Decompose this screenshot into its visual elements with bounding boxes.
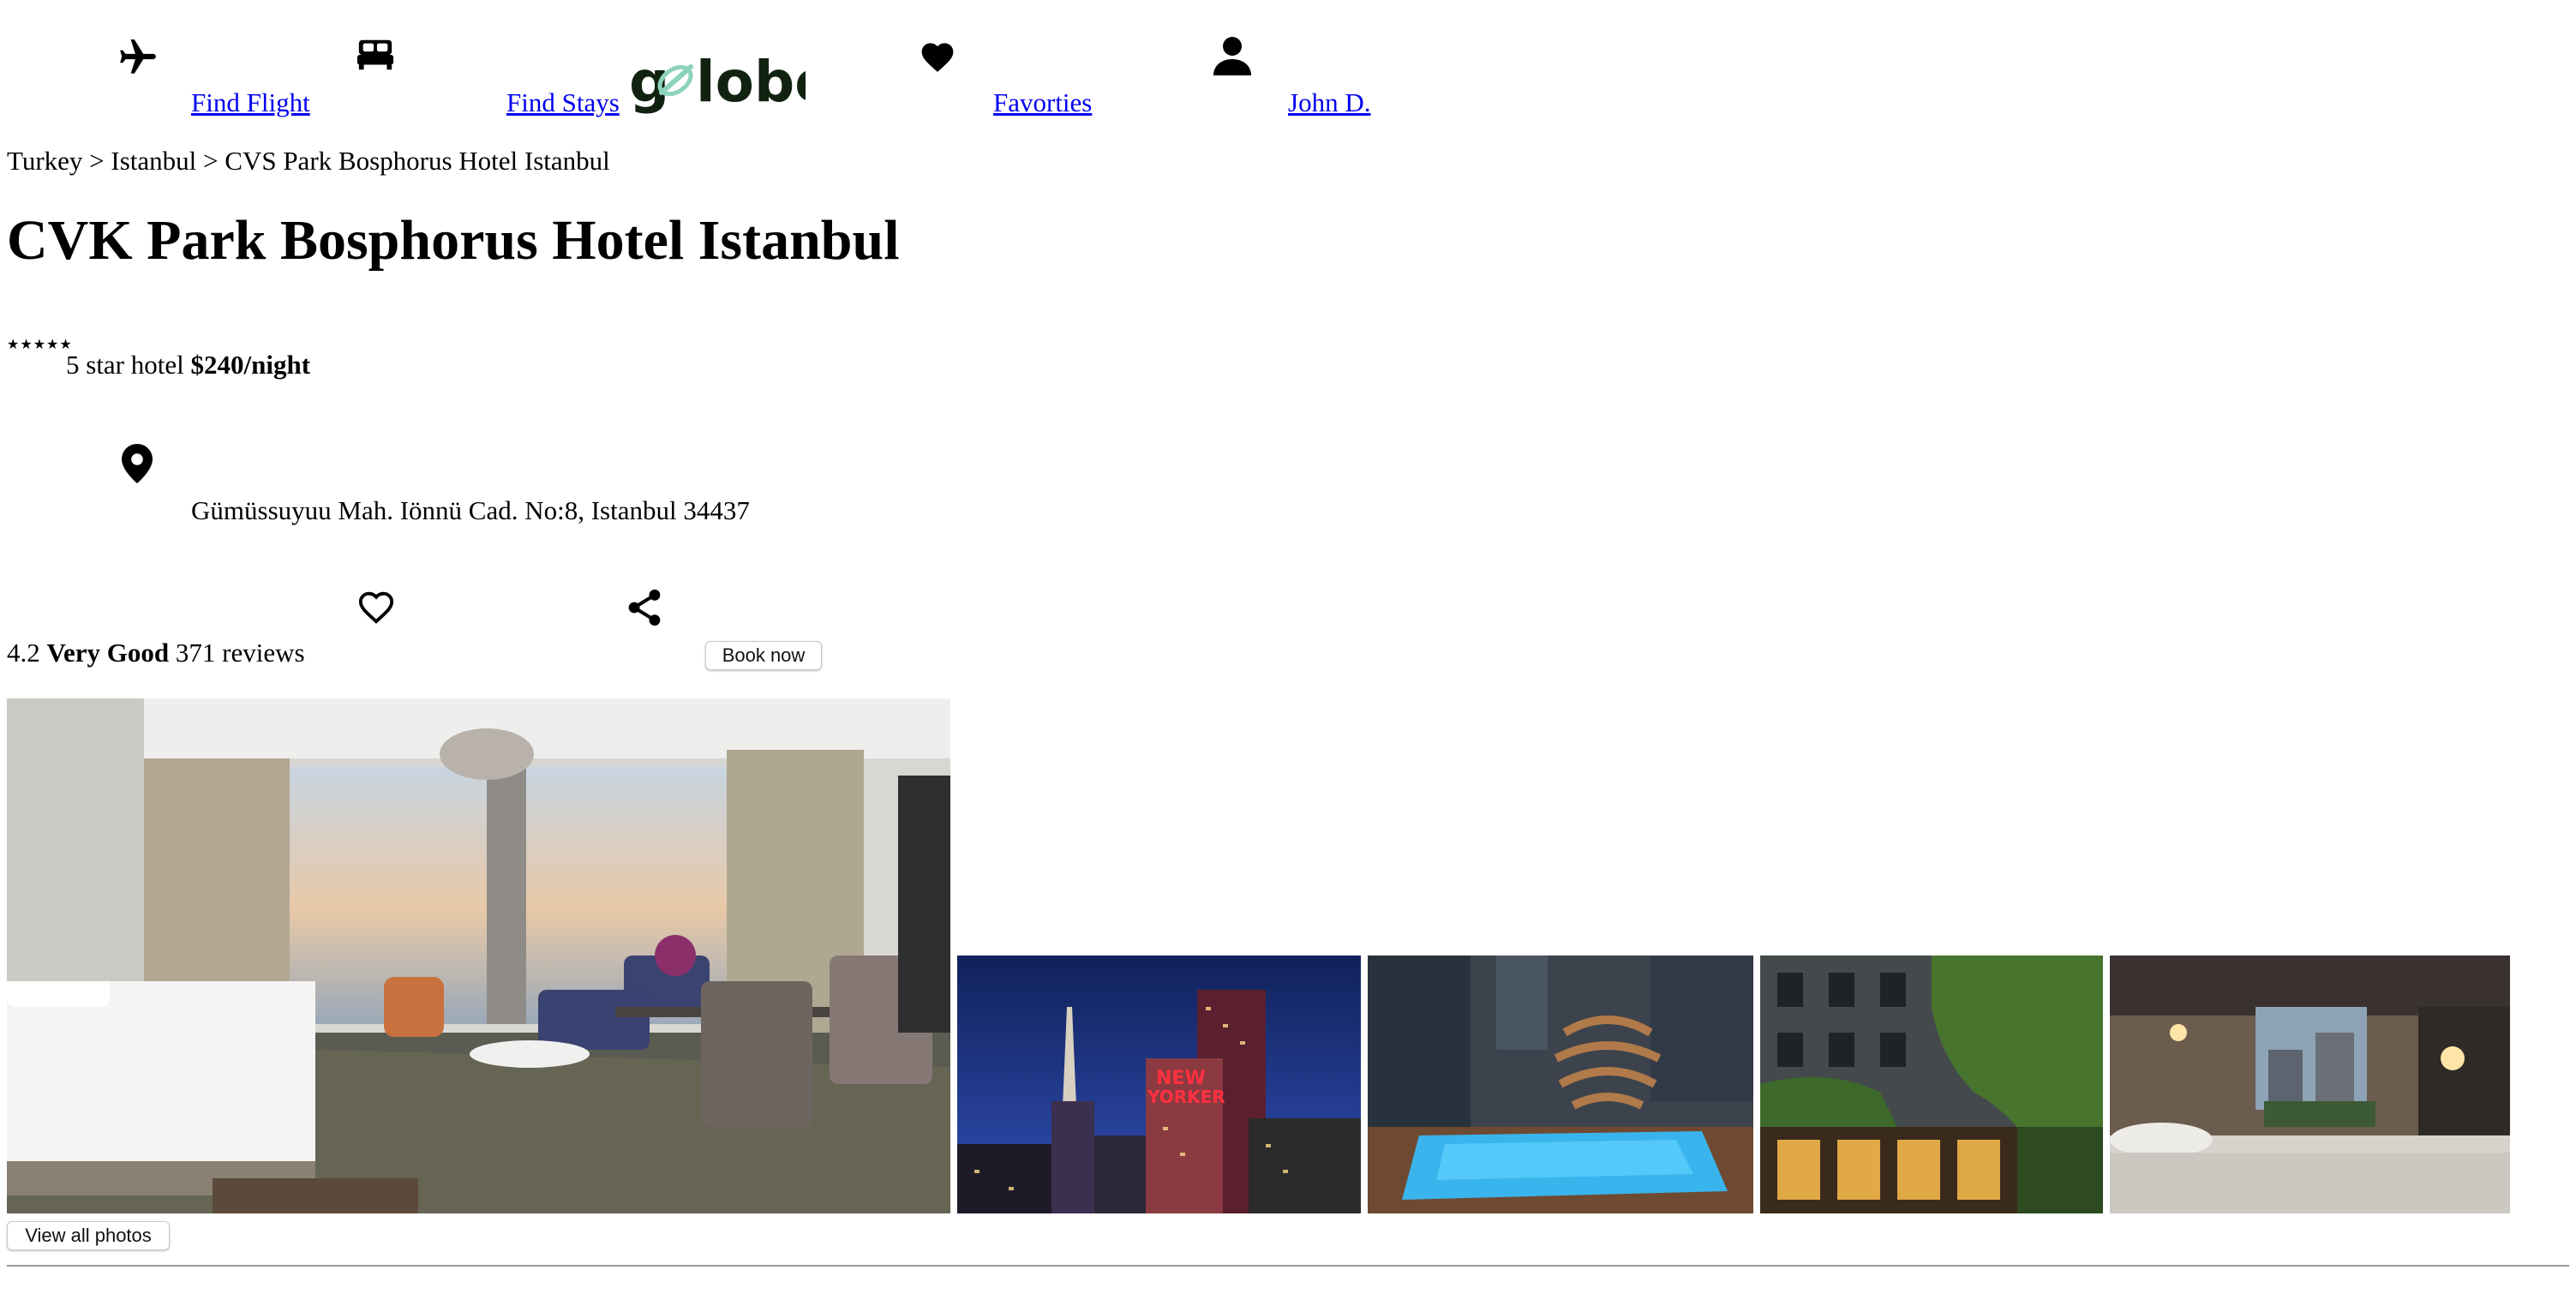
svg-text:g: g [629,49,669,115]
view-all-photos-button[interactable]: View all photos [7,1221,170,1250]
find-stays-link[interactable]: Find Stays [506,89,620,116]
golobe-logo[interactable]: g lobe [626,41,833,118]
hotel-address: Gümüssuyuu Mah. Iönnü Cad. No:8, Istanbu… [191,495,750,525]
review-count: 371 reviews [175,638,305,668]
user-profile-link[interactable]: John D. [1288,89,1370,116]
photo-main-room[interactable] [7,698,950,1213]
heart-icon[interactable] [919,38,956,74]
star-label: 5 star hotel [66,350,184,380]
user-icon[interactable] [1212,34,1253,77]
rating-score: 4.2 [7,638,40,668]
book-now-button[interactable]: Book now [705,641,822,670]
star-price-line: 5 star hotel $240/night [66,350,310,380]
share-icon[interactable] [626,588,663,627]
photo-bedroom-view[interactable] [2110,956,2510,1213]
star-rating: ★★★★★ [7,338,73,352]
favorites-link[interactable]: Favorties [993,89,1092,116]
bed-icon[interactable] [356,38,395,72]
price-per-night: $240/night [190,350,311,380]
svg-text:lobe: lobe [696,49,806,115]
breadcrumb: Turkey > Istanbul > CVS Park Bosphorus H… [7,146,610,176]
find-flight-link[interactable]: Find Flight [191,89,310,116]
rating-word: Very Good [46,638,170,668]
rating-summary: 4.2 Very Good 371 reviews [7,638,305,668]
heart-outline-icon[interactable] [356,588,396,626]
location-pin-icon [122,444,153,483]
photo-ivy-facade[interactable] [1760,956,2103,1213]
section-divider [7,1265,2569,1267]
photo-new-yorker-night[interactable]: NEW YORKER [957,956,1361,1213]
page-title: CVK Park Bosphorus Hotel Istanbul [7,209,900,272]
photo-rooftop-pool[interactable] [1368,956,1753,1213]
svg-text:YORKER: YORKER [1147,1087,1225,1107]
airplane-icon[interactable] [117,36,159,79]
